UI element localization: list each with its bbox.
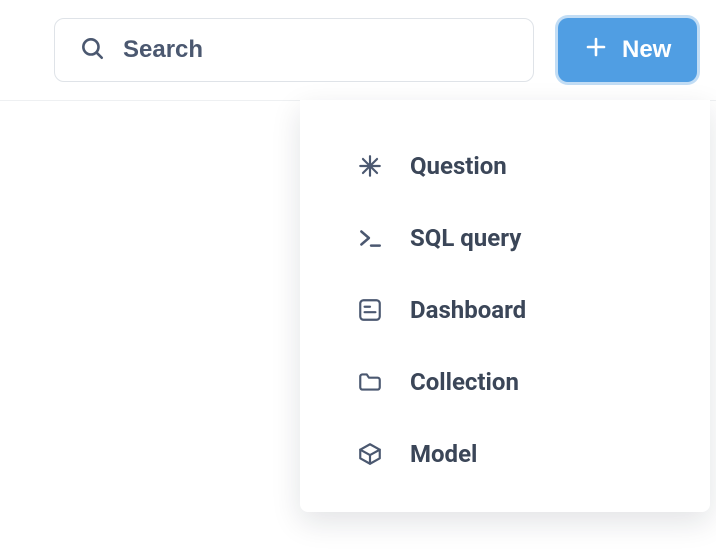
menu-item-model[interactable]: Model — [300, 418, 710, 490]
menu-item-label: Question — [410, 152, 507, 180]
menu-item-label: Model — [410, 440, 477, 468]
new-button[interactable]: New — [558, 18, 697, 82]
search-icon — [79, 35, 105, 65]
model-icon — [356, 440, 384, 468]
folder-icon — [356, 368, 384, 396]
new-button-label: New — [622, 36, 671, 64]
app-header: New — [0, 0, 716, 101]
menu-item-sql-query[interactable]: SQL query — [300, 202, 710, 274]
search-container — [54, 18, 534, 82]
menu-item-label: SQL query — [410, 224, 521, 252]
search-field[interactable] — [54, 18, 534, 82]
plus-icon — [584, 35, 608, 66]
menu-item-dashboard[interactable]: Dashboard — [300, 274, 710, 346]
dashboard-icon — [356, 296, 384, 324]
menu-item-question[interactable]: Question — [300, 130, 710, 202]
menu-item-collection[interactable]: Collection — [300, 346, 710, 418]
star-icon — [356, 152, 384, 180]
sql-icon — [356, 224, 384, 252]
search-input[interactable] — [123, 36, 509, 64]
menu-item-label: Dashboard — [410, 296, 526, 324]
new-dropdown-menu: Question SQL query Dashboard Collection — [300, 100, 710, 512]
menu-item-label: Collection — [410, 368, 519, 396]
